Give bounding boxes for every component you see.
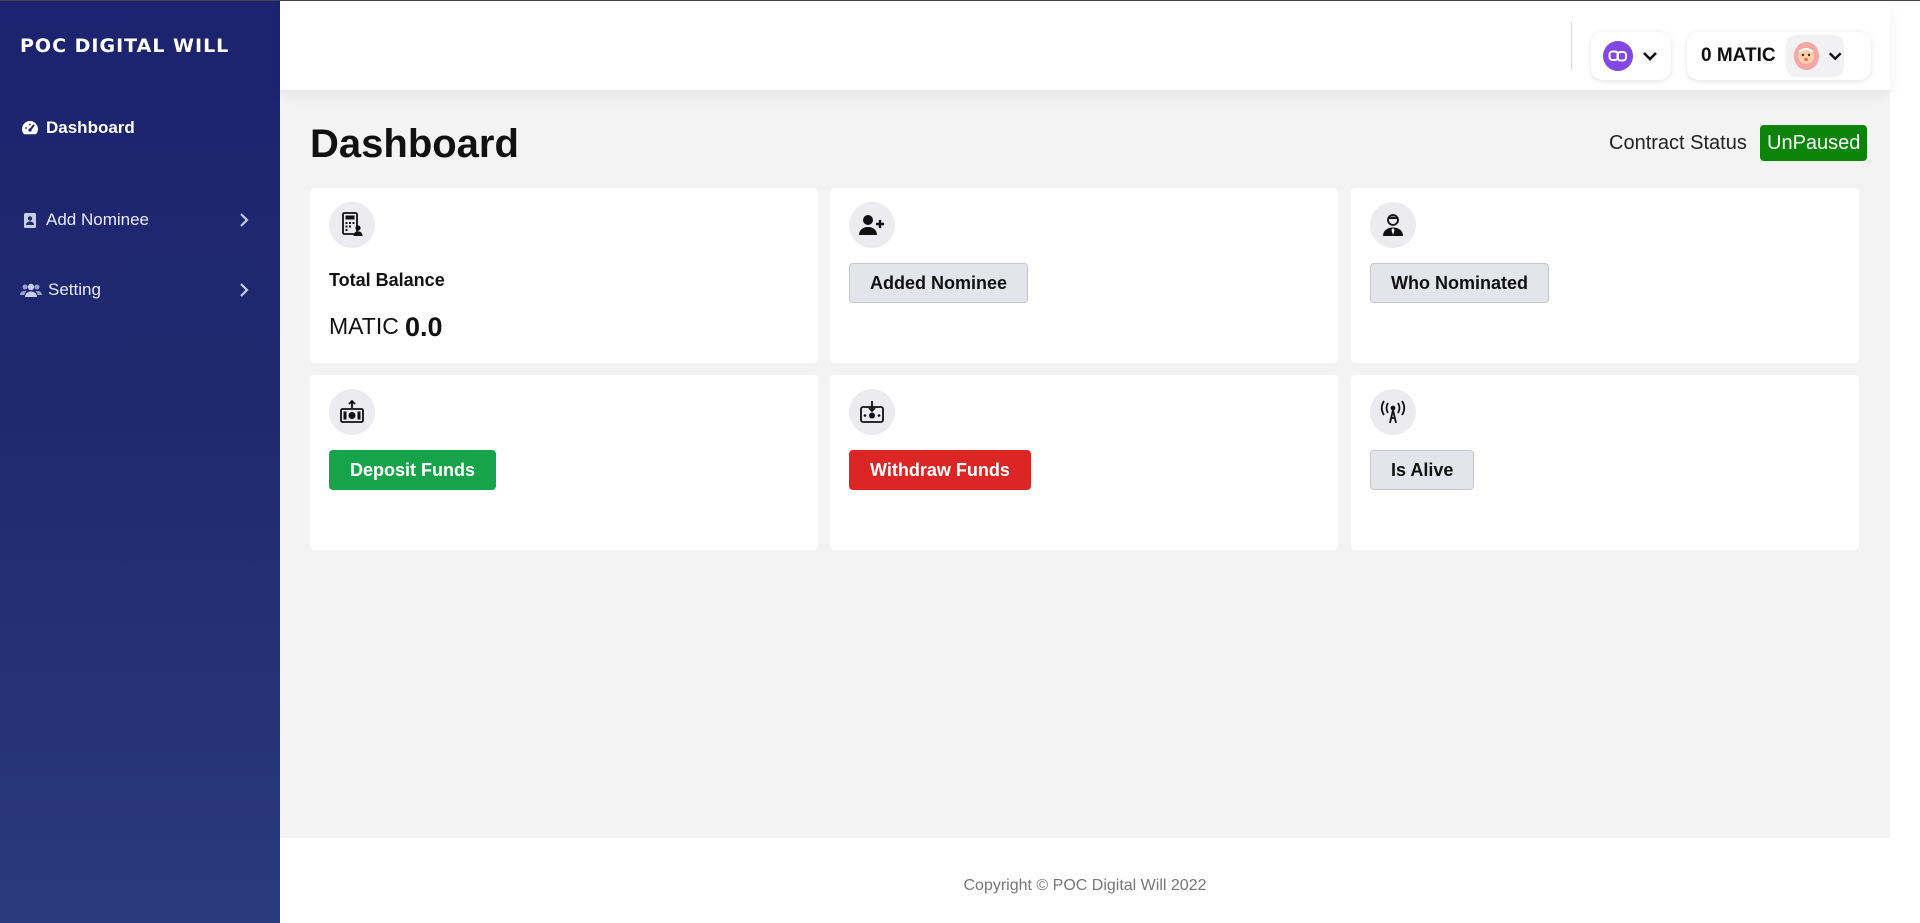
brand-title: POC DIGITAL WILL <box>20 35 230 57</box>
deposit-funds-card: Deposit Funds <box>310 375 818 550</box>
account-selector[interactable]: 0 MATIC <box>1687 32 1871 80</box>
contract-status-label: Contract Status <box>1609 132 1747 154</box>
wallet-balance: 0 MATIC <box>1701 45 1776 66</box>
chevron-down-icon <box>1829 52 1842 61</box>
added-nominee-button[interactable]: Added Nominee <box>849 263 1029 303</box>
sidebar-item-add-nominee[interactable]: Add Nominee <box>20 205 260 235</box>
contract-status-badge: UnPaused <box>1760 125 1868 161</box>
money-deposit-icon <box>329 389 375 435</box>
top-header: 0 MATIC <box>280 1 1890 90</box>
sidebar-item-dashboard[interactable]: Dashboard <box>20 113 260 143</box>
chevron-right-icon <box>240 283 249 297</box>
calculator-icon <box>329 202 375 248</box>
page-title: Dashboard <box>310 122 519 166</box>
sidebar-item-label: Add Nominee <box>46 210 150 229</box>
sidebar-item-setting[interactable]: Setting <box>20 275 260 305</box>
main-content: Dashboard Contract Status UnPaused Total… <box>280 90 1890 838</box>
total-balance-label: Total Balance <box>329 270 445 290</box>
added-nominee-card: Added Nominee <box>830 188 1338 363</box>
money-withdraw-icon <box>849 389 895 435</box>
balance-value: 0.0 <box>405 312 443 342</box>
gauge-icon <box>20 118 40 138</box>
chevron-right-icon <box>240 213 249 227</box>
header-divider <box>1571 22 1572 70</box>
is-alive-button[interactable]: Is Alive <box>1370 450 1475 490</box>
avatar-button[interactable] <box>1785 35 1844 77</box>
footer: Copyright © POC Digital Will 2022 <box>280 838 1890 923</box>
account-avatar-icon <box>1793 42 1820 70</box>
withdraw-funds-button[interactable]: Withdraw Funds <box>849 450 1031 490</box>
user-plus-icon <box>849 202 895 248</box>
network-selector[interactable] <box>1591 32 1671 80</box>
balance-currency: MATIC <box>329 313 399 339</box>
users-icon <box>20 280 42 300</box>
is-alive-card: Is Alive <box>1351 375 1859 550</box>
who-nominated-card: Who Nominated <box>1351 188 1859 363</box>
polygon-matic-icon <box>1603 41 1633 71</box>
chevron-down-icon <box>1643 52 1657 61</box>
sidebar: POC DIGITAL WILL Dashboard Add Nominee S… <box>0 1 280 923</box>
broadcast-tower-icon <box>1370 389 1416 435</box>
right-gutter <box>1890 1 1920 923</box>
deposit-funds-button[interactable]: Deposit Funds <box>329 450 496 490</box>
sidebar-item-label: Dashboard <box>46 118 135 137</box>
sidebar-item-label: Setting <box>48 280 101 299</box>
user-tie-icon <box>1370 202 1416 248</box>
who-nominated-button[interactable]: Who Nominated <box>1370 263 1549 303</box>
copyright-text: Copyright © POC Digital Will 2022 <box>963 877 1207 894</box>
address-book-icon <box>20 210 40 230</box>
total-balance-card: Total Balance MATIC 0.0 <box>310 188 818 363</box>
withdraw-funds-card: Withdraw Funds <box>830 375 1338 550</box>
